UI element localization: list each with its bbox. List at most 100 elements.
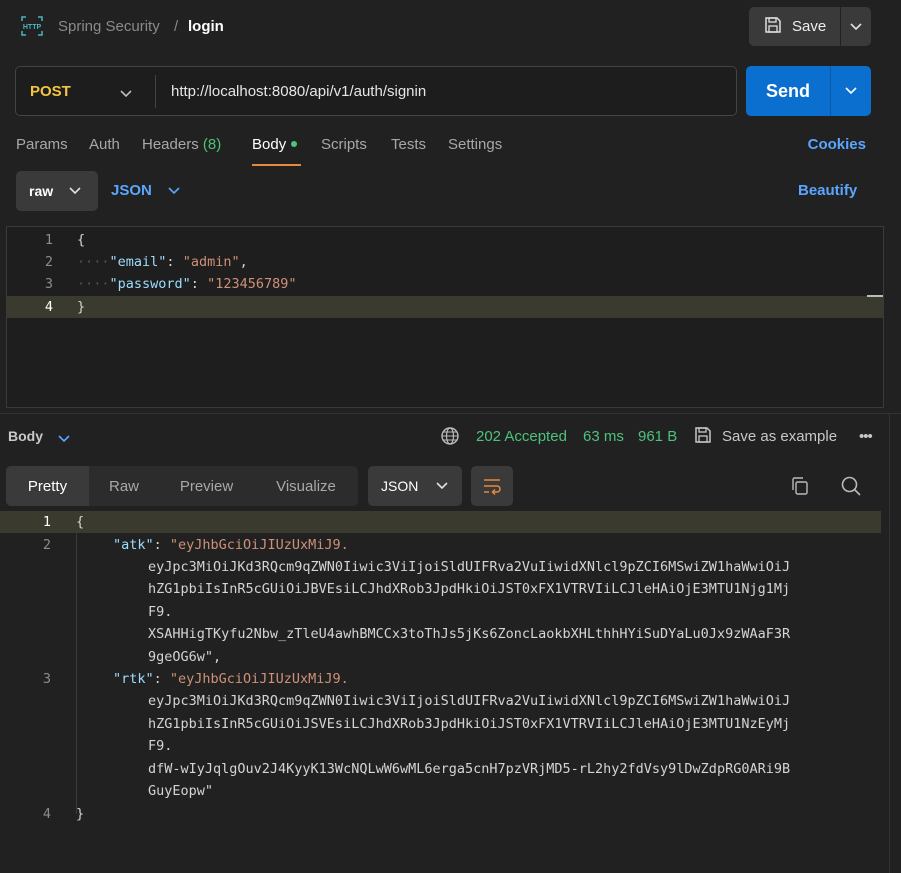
http-icon: HTTP (20, 15, 44, 37)
chevron-down-icon (69, 187, 81, 195)
json-string: GuyEopw" (148, 783, 214, 799)
line-number: 3 (44, 276, 53, 292)
tab-tests[interactable]: Tests (391, 136, 426, 153)
chevron-down-icon (850, 22, 862, 30)
json-string: eyJpc3MiOiJKd3RQcm9qZWN0Iiwic3ViIjoiSldU… (148, 559, 791, 575)
copy-icon[interactable] (790, 476, 810, 499)
response-scrollbar[interactable] (889, 414, 890, 873)
line-number: 1 (42, 514, 51, 530)
json-string: F9. (148, 738, 173, 754)
response-body-viewer[interactable]: 1 { 2 "atk": "eyJhbGciOiJIUzUxMiJ9. eyJp… (0, 510, 890, 873)
more-icon[interactable]: ••• (859, 428, 873, 445)
tab-auth[interactable]: Auth (89, 136, 120, 153)
top-bar: HTTP Spring Security / login Save (0, 0, 901, 54)
json-string: eyJpc3MiOiJKd3RQcm9qZWN0Iiwic3ViIjoiSldU… (148, 693, 791, 709)
breadcrumb-separator: / (174, 18, 179, 35)
url-bar: POST http://localhost:8080/api/v1/auth/s… (15, 66, 737, 116)
wrap-lines-button[interactable] (471, 466, 513, 506)
code-line: 1 { (7, 229, 883, 251)
tab-params[interactable]: Params (16, 136, 68, 153)
line-number: 4 (44, 299, 53, 315)
response-view-tabs: Pretty Raw Preview Visualize (6, 466, 358, 506)
json-string: F9. (148, 604, 173, 620)
code-text: ····"password": "123456789" (77, 276, 297, 292)
json-string: hZG1pbiIsInR5cGUiOiJSVEsiLCJhdXRob3JpdHk… (148, 716, 791, 732)
chevron-down-icon (436, 482, 448, 490)
code-text: { (76, 514, 85, 530)
json-string: dfW-wIyJqlgOuv2J4KyyK13WcNQLwW6wML6erga5… (148, 761, 791, 777)
json-string: "123456789" (207, 276, 297, 292)
save-as-example-button[interactable]: Save as example (722, 428, 837, 445)
language-select[interactable]: JSON (111, 182, 180, 199)
url-input[interactable]: http://localhost:8080/api/v1/auth/signin (171, 83, 426, 100)
json-string: "eyJhbGciOiJIUzUxMiJ9. (169, 537, 349, 553)
tab-pretty[interactable]: Pretty (6, 466, 89, 506)
json-key: "password" (109, 276, 191, 292)
request-body-editor[interactable]: 1 { 2 ····"email": "admin", 3 ····"passw… (6, 226, 884, 408)
tab-preview[interactable]: Preview (159, 466, 254, 506)
url-divider (155, 75, 156, 108)
json-key: "rtk" (113, 671, 154, 687)
request-name[interactable]: login (188, 18, 224, 35)
pane-divider[interactable] (0, 413, 901, 414)
active-tab-underline (252, 164, 301, 166)
language-label: JSON (111, 182, 152, 199)
response-body-label[interactable]: Body (8, 428, 43, 444)
json-string: XSAHHigTKyfu2Nbw_zTleU4awhBMCCx3toThJs5j… (148, 626, 791, 642)
response-time[interactable]: 63 ms (583, 428, 624, 445)
send-button-group: Send (746, 66, 871, 116)
chevron-down-icon (845, 87, 857, 95)
send-button[interactable]: Send (746, 66, 830, 116)
code-text: { (77, 232, 86, 248)
save-example-icon (694, 426, 712, 447)
code-text: } (76, 806, 85, 822)
code-line: 3 ····"password": "123456789" (7, 273, 883, 295)
response-format-select[interactable]: JSON (368, 466, 462, 506)
tab-headers[interactable]: Headers (8) (142, 136, 221, 153)
response-line-current: 1 { (0, 511, 881, 533)
code-text: } (77, 299, 86, 315)
tab-body-label: Body (252, 136, 287, 153)
response-format-label: JSON (381, 478, 419, 494)
save-button-group: Save (749, 7, 871, 46)
tab-headers-count: (8) (202, 136, 222, 153)
cookies-link[interactable]: Cookies (808, 136, 866, 153)
method-select[interactable]: POST (30, 83, 71, 100)
wrap-lines-icon (484, 479, 501, 495)
line-number: 1 (44, 232, 53, 248)
save-button[interactable]: Save (749, 7, 841, 46)
request-tabs: Params Auth Headers (8) Body Scripts Tes… (16, 136, 876, 166)
json-string: hZG1pbiIsInR5cGUiOiJBVEsiLCJhdXRob3JpdHk… (148, 581, 791, 597)
save-options-button[interactable] (841, 7, 871, 46)
code-line: 2 ····"email": "admin", (7, 251, 883, 273)
tab-headers-label: Headers (142, 136, 199, 153)
code-text: ····"email": "admin", (77, 254, 248, 270)
save-icon (764, 16, 782, 37)
beautify-button[interactable]: Beautify (798, 182, 857, 199)
line-number: 3 (42, 671, 51, 687)
chevron-down-icon[interactable] (120, 85, 132, 101)
line-number: 4 (42, 806, 51, 822)
response-line: 4 } (0, 803, 881, 867)
tab-body[interactable]: Body (252, 136, 298, 153)
tab-scripts[interactable]: Scripts (321, 136, 367, 153)
editor-scroll-marker (867, 295, 883, 297)
response-size[interactable]: 961 B (638, 428, 677, 445)
tab-settings[interactable]: Settings (448, 136, 502, 153)
save-label: Save (792, 18, 827, 35)
code-text: "atk": "eyJhbGciOiJIUzUxMiJ9. (113, 537, 349, 553)
modified-dot (291, 141, 298, 148)
breadcrumb-collection[interactable]: Spring Security (58, 18, 160, 35)
json-string: 9geOG6w", (148, 649, 222, 665)
status-code[interactable]: 202 Accepted (476, 428, 567, 445)
code-text: "rtk": "eyJhbGciOiJIUzUxMiJ9. (113, 671, 349, 687)
chevron-down-icon[interactable] (58, 430, 70, 446)
globe-icon[interactable] (440, 426, 460, 449)
tab-raw[interactable]: Raw (89, 466, 159, 506)
chevron-down-icon (168, 186, 180, 194)
search-icon[interactable] (840, 475, 862, 500)
body-type-select[interactable]: raw (16, 171, 98, 211)
tab-visualize[interactable]: Visualize (254, 466, 358, 506)
json-key: "email" (109, 254, 167, 270)
send-options-button[interactable] (831, 66, 871, 116)
